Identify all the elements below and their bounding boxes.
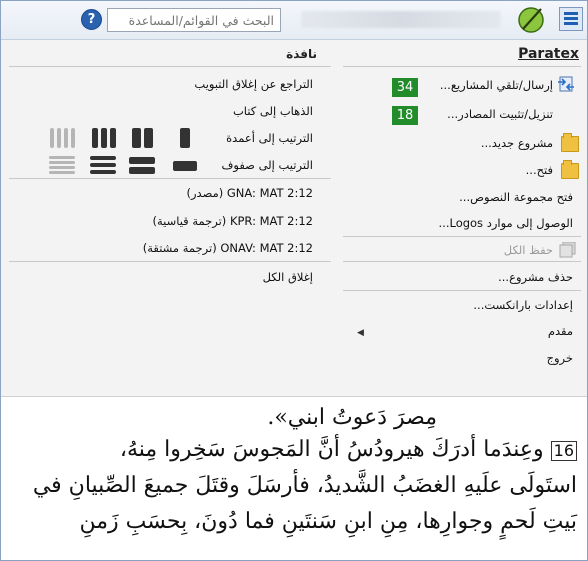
menu-item-open[interactable]: فتح... [526,163,553,177]
menu-item-send-receive[interactable]: إرسال/تلقي المشاريع... [440,78,553,92]
divider [9,178,331,179]
submenu-arrow-icon: ◀ [357,328,364,338]
window-tab-gna[interactable]: GNA: MAT 2:12 (مصدر) [187,186,313,200]
download-count-badge: 18 [392,106,418,125]
scripture-line: 16 وعِندَما أدرَكَ هيرودُسُ أنَّ المَجوس… [120,437,577,462]
send-receive-count-badge: 34 [392,78,418,97]
scripture-line: بَيتِ لَحمٍ وجوارِها، مِنِ ابنِ سَنتَينِ… [79,509,577,534]
top-bar: ? [1,1,587,40]
scripture-line: مِصرَ دَعوتُ ابني». [267,405,437,430]
divider [343,66,581,67]
rows-1-icon[interactable] [173,158,197,174]
save-all-icon [559,242,576,258]
scripture-line-text: وعِندَما أدرَكَ هيرودُسُ أنَّ المَجوسَ س… [119,437,544,462]
columns-3-icon[interactable] [91,128,117,150]
menu-item-arrange-columns[interactable]: الترتيب إلى أعمدة [226,131,313,145]
paratext-window: ? Paratex إرسال/تلقي المشاريع... 34 تنزي… [0,0,588,561]
scripture-line: استَولَى علَيهِ الغضَبُ الشَّديدُ، فأرسَ… [32,473,577,498]
menu-item-download-install[interactable]: تنزيل/تثبيت المصادر... [447,107,553,121]
divider [343,236,581,237]
menu-item-go-to-book[interactable]: الذهاب إلى كتاب [233,104,313,118]
divider [343,261,581,262]
menu-item-arrange-rows[interactable]: الترتيب إلى صفوف [221,158,313,172]
menu-item-delete-project[interactable]: حذف مشروع... [498,270,573,284]
menu-item-undo-close-tab[interactable]: التراجع عن إغلاق التبويب [194,77,313,91]
menu-search-input[interactable] [107,8,281,32]
window-tab-kpr[interactable]: KPR: MAT 2:12 (ترجمة قياسية) [152,214,313,228]
window-tab-onav[interactable]: ONAV: MAT 2:12 (ترجمة مشتقة) [143,241,313,255]
menu-icon[interactable] [559,7,583,31]
rows-2-icon[interactable] [129,156,155,176]
menu-item-new-project[interactable]: مشروع جديد... [481,136,553,150]
divider [9,66,331,67]
rows-3-icon[interactable] [90,156,116,176]
menu-item-advanced[interactable]: مقدم [548,324,573,338]
verse-number: 16 [550,441,577,461]
divider [343,290,581,291]
rows-4-icon[interactable] [49,156,75,176]
columns-4-icon[interactable] [49,128,75,150]
menu-item-logos-resources[interactable]: الوصول إلى موارد Logos... [439,216,573,230]
divider [9,261,331,262]
columns-2-icon[interactable] [131,128,155,150]
project-title-obscured [301,11,501,28]
menu-item-close-all[interactable]: إغلاق الكل [263,270,313,284]
menu-item-paratext-settings[interactable]: إعدادات بارانكست... [473,298,573,312]
menu-item-open-text-collection[interactable]: فتح مجموعة النصوص... [459,190,573,204]
window-menu-title[interactable]: نافذة [286,47,317,61]
paratext-logo-icon [518,7,544,33]
columns-1-icon[interactable] [178,128,192,150]
menu-item-save-all: حفظ الكل [503,243,553,257]
scripture-text-pane[interactable]: مِصرَ دَعوتُ ابني». 16 وعِندَما أدرَكَ ه… [1,396,587,560]
open-folder-icon [561,160,579,179]
new-project-folder-icon [561,133,579,152]
main-menu-panel: Paratex إرسال/تلقي المشاريع... 34 تنزيل/… [1,40,587,396]
send-receive-icon [558,76,574,92]
paratex-menu-title[interactable]: Paratex [518,46,579,62]
menu-item-exit[interactable]: خروج [547,351,573,365]
help-icon[interactable]: ? [81,9,102,30]
